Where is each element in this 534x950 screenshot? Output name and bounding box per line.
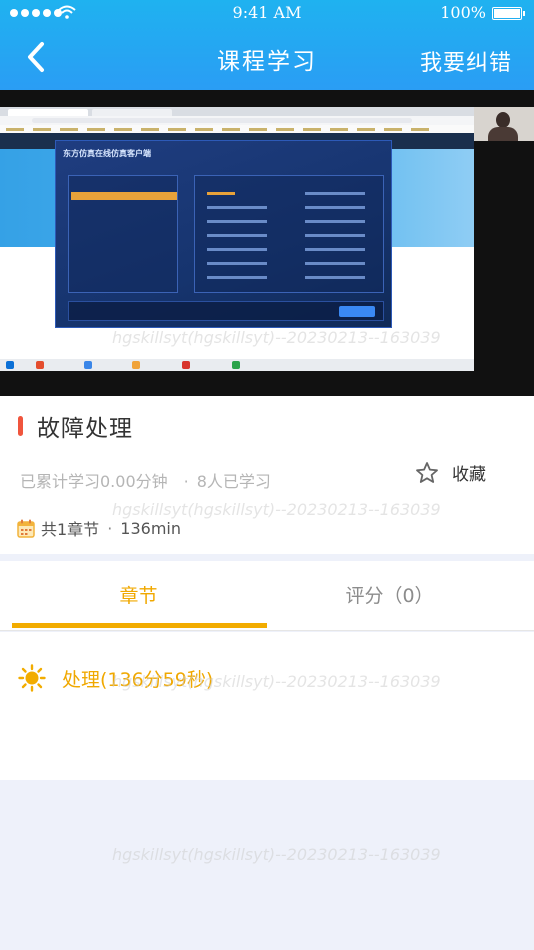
video-frame-dialog: 东方仿真在线仿真客户端 xyxy=(55,140,392,328)
star-icon xyxy=(416,461,438,483)
active-tab-indicator xyxy=(12,623,267,628)
video-frame-taskbar xyxy=(0,359,474,371)
learner-count: 8人已学习 xyxy=(196,472,271,491)
chapter-label: 处理(136分59秒) xyxy=(62,668,214,691)
course-tabs: 章节 评分（0） xyxy=(0,561,534,631)
tab-chapter[interactable]: 章节 xyxy=(5,581,272,608)
webcam-overlay xyxy=(474,107,534,141)
watermark: hgskillsyt(hgskillsyt)--20230213--163039 xyxy=(112,845,441,864)
study-time: 已累计学习0.00分钟 xyxy=(20,472,168,491)
chapter-count: 共1章节 xyxy=(41,520,100,539)
course-duration: 136min xyxy=(120,518,181,538)
calendar-icon xyxy=(17,519,35,538)
course-info: 故障处理 已累计学习0.00分钟 · 8人已学习 收藏 共1章节 · 136min xyxy=(0,396,534,554)
list-item[interactable]: 处理(136分59秒) xyxy=(18,664,213,692)
video-frame-bookmarks xyxy=(0,125,474,133)
chapter-summary: 共1章节 · 136min xyxy=(17,516,181,540)
video-frame-dialog-right-panel xyxy=(194,175,384,293)
course-meta: 已累计学习0.00分钟 · 8人已学习 xyxy=(20,472,271,491)
sun-chapter-icon xyxy=(18,664,46,692)
video-frame-dialog-title: 东方仿真在线仿真客户端 xyxy=(63,149,151,158)
app-header: 9:41 AM 100% 课程学习 我要纠错 xyxy=(0,0,534,90)
favorite-label: 收藏 xyxy=(452,465,486,485)
tab-rating[interactable]: 评分（0） xyxy=(256,581,523,608)
favorite-button[interactable]: 收藏 xyxy=(415,460,486,485)
battery-icon xyxy=(492,7,525,20)
status-bar: 9:41 AM 100% xyxy=(0,0,534,26)
title-accent-bar xyxy=(18,416,23,436)
video-frame-browser-tabs xyxy=(0,107,474,116)
video-frame-dialog-left-panel xyxy=(68,175,178,293)
chapter-list: 处理(136分59秒) xyxy=(0,632,534,780)
battery-percent: 100% xyxy=(440,3,486,22)
course-title: 故障处理 xyxy=(37,416,133,442)
video-frame-dialog-footer xyxy=(68,301,384,321)
report-error-button[interactable]: 我要纠错 xyxy=(420,45,512,77)
video-frame-address-bar xyxy=(0,116,474,125)
video-player[interactable]: 东方仿真在线仿真客户端 xyxy=(0,90,534,396)
